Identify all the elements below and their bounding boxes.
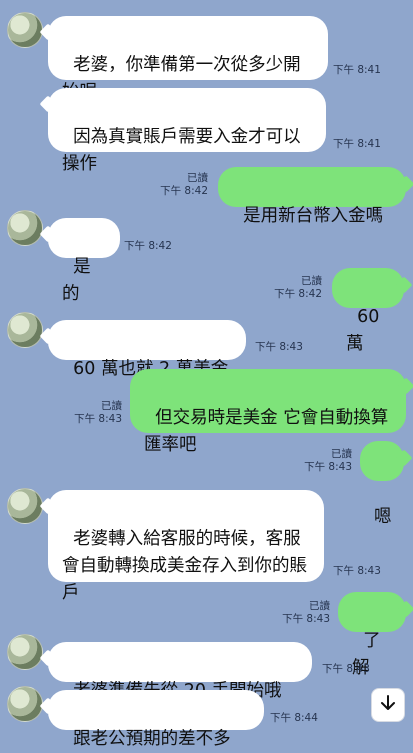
- message-read-status: 已讀 下午 8:42: [262, 275, 322, 301]
- message-time: 下午 8:43: [304, 461, 352, 473]
- message-time: 下午 8:43: [255, 341, 303, 353]
- message-text: 是的: [62, 257, 91, 304]
- message-read-status: 已讀 下午 8:42: [150, 172, 208, 198]
- message-time: 下午 8:41: [333, 138, 381, 150]
- message-bubble[interactable]: 是用新台幣入金嗎: [218, 167, 406, 226]
- message-read-status: 已讀 下午 8:43: [292, 448, 352, 474]
- message-time: 下午 8:41: [333, 64, 381, 76]
- message-time: 下午 8:42: [124, 240, 172, 252]
- avatar[interactable]: [7, 634, 43, 670]
- message-bubble[interactable]: 但交易時是美金 它會自動換算匯率吧: [130, 369, 406, 455]
- message-bubble[interactable]: 跟老公預期的差不多: [48, 690, 264, 749]
- message-bubble[interactable]: 是的: [48, 218, 120, 304]
- message-time: 下午 8:43: [333, 565, 381, 577]
- message-bubble[interactable]: 老婆，你準備第一次從多少開始呢: [48, 16, 328, 102]
- message-time: 下午 8:42: [274, 288, 322, 300]
- message-bubble[interactable]: 60 萬: [332, 268, 404, 354]
- message-text: 老婆轉入給客服的時候，客服會自動轉換成美金存入到你的賬戶: [62, 529, 307, 603]
- message-text: 是用新台幣入金嗎: [243, 206, 384, 226]
- message-bubble[interactable]: 因為真實賬戶需要入金才可以操作: [48, 88, 326, 174]
- message-time: 下午 8:43: [282, 613, 330, 625]
- message-time: 下午 8:43: [322, 663, 370, 675]
- read-label: 已讀: [309, 600, 330, 612]
- message-bubble[interactable]: 60 萬也就 2 萬美金: [48, 320, 246, 379]
- read-label: 已讀: [331, 448, 352, 460]
- message-time: 下午 8:44: [270, 712, 318, 724]
- avatar[interactable]: [7, 686, 43, 722]
- avatar[interactable]: [7, 312, 43, 348]
- scroll-to-bottom-button[interactable]: [371, 688, 405, 722]
- avatar[interactable]: [7, 12, 43, 48]
- message-read-status: 已讀 下午 8:43: [270, 600, 330, 626]
- message-bubble[interactable]: 嗯: [360, 441, 404, 527]
- read-label: 已讀: [101, 400, 122, 412]
- message-time: 下午 8:42: [160, 185, 208, 197]
- avatar[interactable]: [7, 210, 43, 246]
- read-label: 已讀: [187, 172, 208, 184]
- message-read-status: 已讀 下午 8:43: [62, 400, 122, 426]
- message-text: 跟老公預期的差不多: [73, 729, 231, 749]
- message-bubble[interactable]: 老婆轉入給客服的時候，客服會自動轉換成美金存入到你的賬戶: [48, 490, 324, 603]
- message-text: 嗯: [374, 507, 392, 527]
- message-text: 60 萬: [346, 307, 385, 354]
- message-time: 下午 8:43: [74, 413, 122, 425]
- message-bubble[interactable]: 老婆準備先從 20 手開始哦: [48, 642, 312, 701]
- avatar[interactable]: [7, 488, 43, 524]
- arrow-down-icon: [380, 694, 396, 716]
- read-label: 已讀: [301, 275, 322, 287]
- message-bubble[interactable]: 了解: [338, 592, 406, 678]
